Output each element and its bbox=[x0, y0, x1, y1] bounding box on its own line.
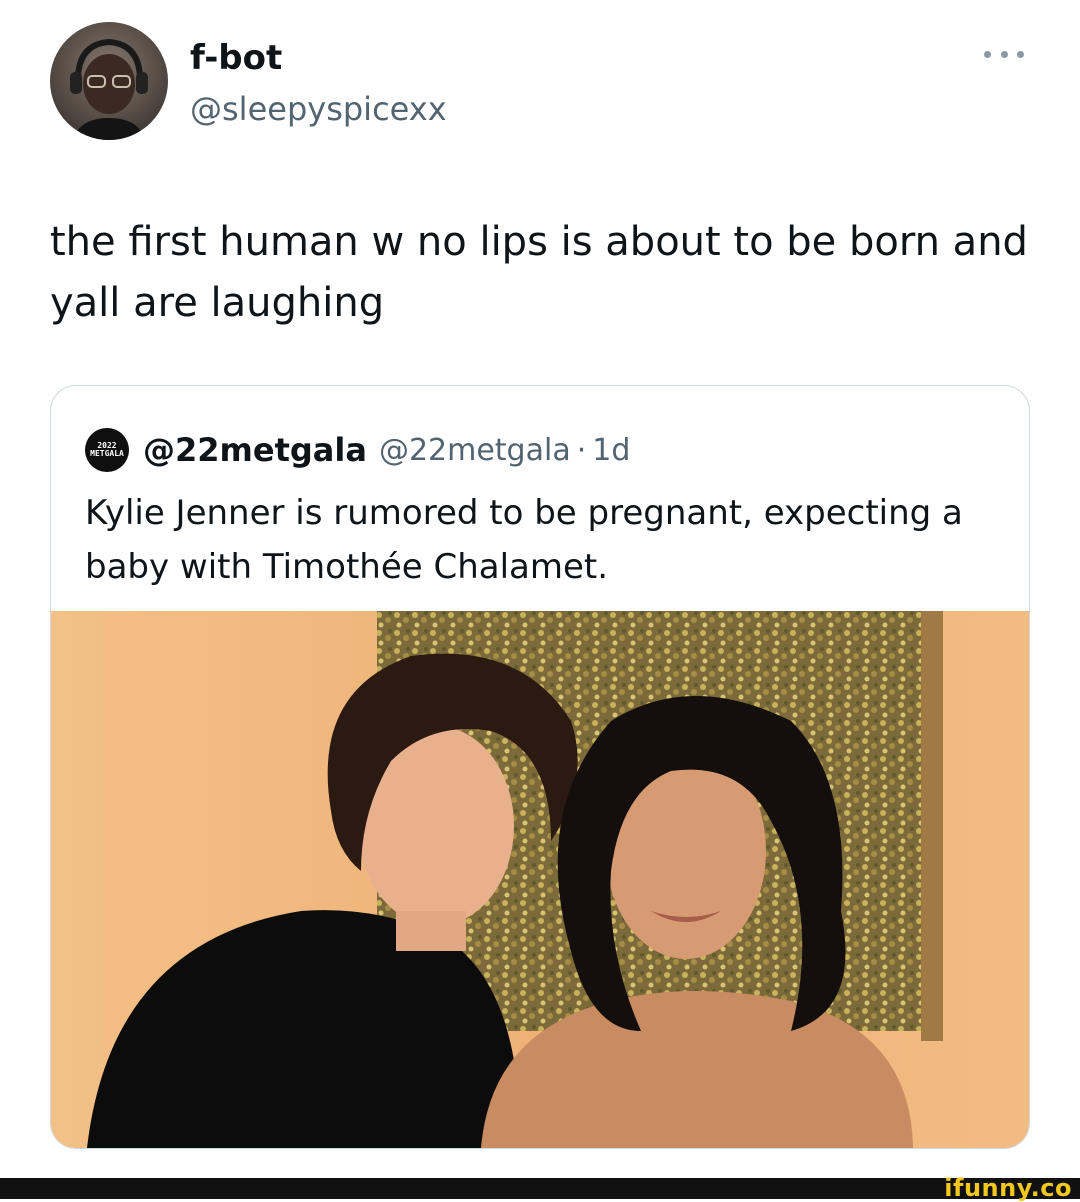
photo-graphic bbox=[51, 611, 1029, 1148]
quoted-tweet-header: 2022 METGALA @22metgala @22metgala · 1d bbox=[85, 426, 630, 474]
display-name[interactable]: f-bot bbox=[190, 38, 282, 78]
tweet-text: the first human w no lips is about to be… bbox=[50, 219, 1028, 326]
quoted-avatar[interactable]: 2022 METGALA bbox=[85, 428, 129, 472]
more-options-icon[interactable] bbox=[984, 44, 1024, 64]
separator-dot: · bbox=[576, 432, 587, 468]
avatar-portrait-graphic bbox=[70, 38, 148, 140]
quoted-tweet-text: Kylie Jenner is rumored to be pregnant, … bbox=[85, 493, 963, 587]
footer-bar: ifunny.co bbox=[0, 1174, 1080, 1202]
quoted-tweet-photo[interactable] bbox=[51, 611, 1029, 1148]
quoted-timestamp[interactable]: 1d bbox=[592, 433, 630, 468]
quoted-display-name[interactable]: @22metgala bbox=[143, 431, 367, 469]
user-avatar[interactable] bbox=[50, 22, 168, 140]
ifunny-logo[interactable]: ifunny.co bbox=[944, 1174, 1072, 1202]
more-dot bbox=[1000, 50, 1008, 58]
quoted-tweet-card[interactable]: 2022 METGALA @22metgala @22metgala · 1d … bbox=[50, 385, 1030, 1149]
more-dot bbox=[984, 50, 991, 58]
more-dot bbox=[1017, 50, 1024, 58]
quoted-avatar-text: METGALA bbox=[90, 449, 124, 458]
tweet-header: f-bot @sleepyspicexx bbox=[50, 22, 1030, 144]
quoted-handle[interactable]: @22metgala bbox=[379, 433, 571, 468]
user-handle[interactable]: @sleepyspicexx bbox=[190, 90, 447, 128]
